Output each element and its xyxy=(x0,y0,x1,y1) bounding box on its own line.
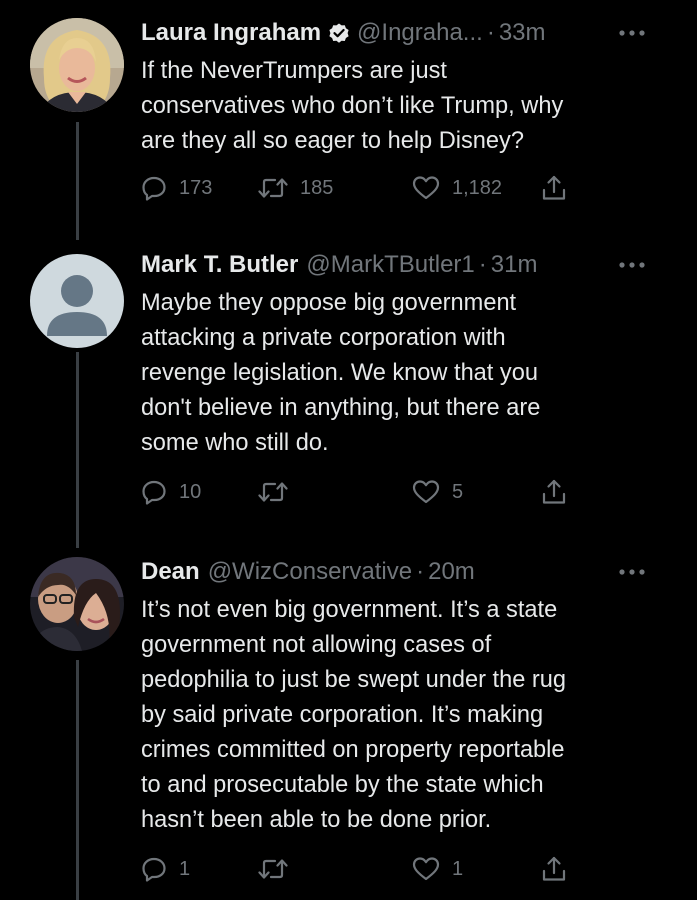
like-count: 1 xyxy=(452,857,464,880)
display-name[interactable]: Dean xyxy=(141,558,200,586)
reply-button[interactable]: 1 xyxy=(141,851,190,887)
heart-icon xyxy=(412,176,440,200)
avatar[interactable] xyxy=(30,557,124,651)
separator-dot: · xyxy=(486,19,495,46)
like-button[interactable]: 1,182 xyxy=(412,170,502,206)
verified-badge-icon xyxy=(329,23,349,43)
tweet-actions: 10 5 xyxy=(141,474,591,510)
tweet-text: It’s not even big government. It’s a sta… xyxy=(141,597,566,833)
tweet-actions: 173 185 1,182 xyxy=(141,170,591,206)
retweet-icon xyxy=(258,482,288,502)
reply-thread: Laura Ingraham @Ingraha... · 33m If the … xyxy=(0,0,697,900)
tweet-actions: 1 1 xyxy=(141,851,591,887)
like-count: 5 xyxy=(452,480,464,503)
reply-count: 10 xyxy=(179,480,202,503)
retweet-count: 185 xyxy=(300,176,334,199)
like-button[interactable]: 1 xyxy=(412,851,463,887)
share-icon xyxy=(542,175,566,200)
profile-photo xyxy=(30,557,124,651)
reply-icon xyxy=(142,176,166,201)
reply-count: 1 xyxy=(179,857,191,880)
tweet[interactable]: Laura Ingraham @Ingraha... · 33m If the … xyxy=(0,16,697,216)
display-name[interactable]: Mark T. Butler xyxy=(141,251,298,279)
share-button[interactable] xyxy=(541,170,567,206)
heart-icon xyxy=(412,857,440,881)
separator-dot: · xyxy=(416,558,425,585)
reply-count: 173 xyxy=(179,176,213,199)
tweet-header: Laura Ingraham @Ingraha... · 33m xyxy=(141,16,657,50)
user-handle[interactable]: @MarkTButler1 xyxy=(306,251,474,279)
heart-icon xyxy=(412,480,440,504)
profile-photo xyxy=(30,18,124,112)
tweet-header: Mark T. Butler @MarkTButler1 · 31m xyxy=(141,248,657,282)
tweet-header: Dean @WizConservative · 20m xyxy=(141,555,657,589)
default-avatar-icon xyxy=(30,254,124,348)
reply-button[interactable]: 173 xyxy=(141,170,212,206)
reply-button[interactable]: 10 xyxy=(141,474,201,510)
like-button[interactable]: 5 xyxy=(412,474,463,510)
retweet-button[interactable] xyxy=(258,851,300,887)
tweet-text: If the NeverTrumpers are just conservati… xyxy=(141,58,564,154)
tweet[interactable]: Dean @WizConservative · 20m It’s not eve… xyxy=(0,555,697,900)
more-options-icon[interactable] xyxy=(617,565,647,579)
share-icon xyxy=(542,479,566,504)
user-handle[interactable]: @Ingraha... xyxy=(357,19,483,47)
timestamp[interactable]: 20m xyxy=(428,558,475,586)
timestamp[interactable]: 33m xyxy=(499,19,546,47)
like-count: 1,182 xyxy=(452,176,503,199)
retweet-button[interactable] xyxy=(258,474,300,510)
timestamp[interactable]: 31m xyxy=(491,251,538,279)
retweet-button[interactable]: 185 xyxy=(258,170,333,206)
tweet[interactable]: Mark T. Butler @MarkTButler1 · 31m Maybe… xyxy=(0,248,697,538)
avatar[interactable] xyxy=(30,254,124,348)
retweet-icon xyxy=(258,178,288,198)
retweet-icon xyxy=(258,859,288,879)
share-icon xyxy=(542,856,566,881)
user-handle[interactable]: @WizConservative xyxy=(208,558,412,586)
reply-icon xyxy=(142,857,166,882)
share-button[interactable] xyxy=(541,474,567,510)
more-options-icon[interactable] xyxy=(617,26,647,40)
reply-icon xyxy=(142,480,166,505)
more-options-icon[interactable] xyxy=(617,258,647,272)
avatar[interactable] xyxy=(30,18,124,112)
display-name[interactable]: Laura Ingraham xyxy=(141,19,321,47)
tweet-text: Maybe they oppose big government attacki… xyxy=(141,290,541,456)
separator-dot: · xyxy=(478,251,487,278)
share-button[interactable] xyxy=(541,851,567,887)
